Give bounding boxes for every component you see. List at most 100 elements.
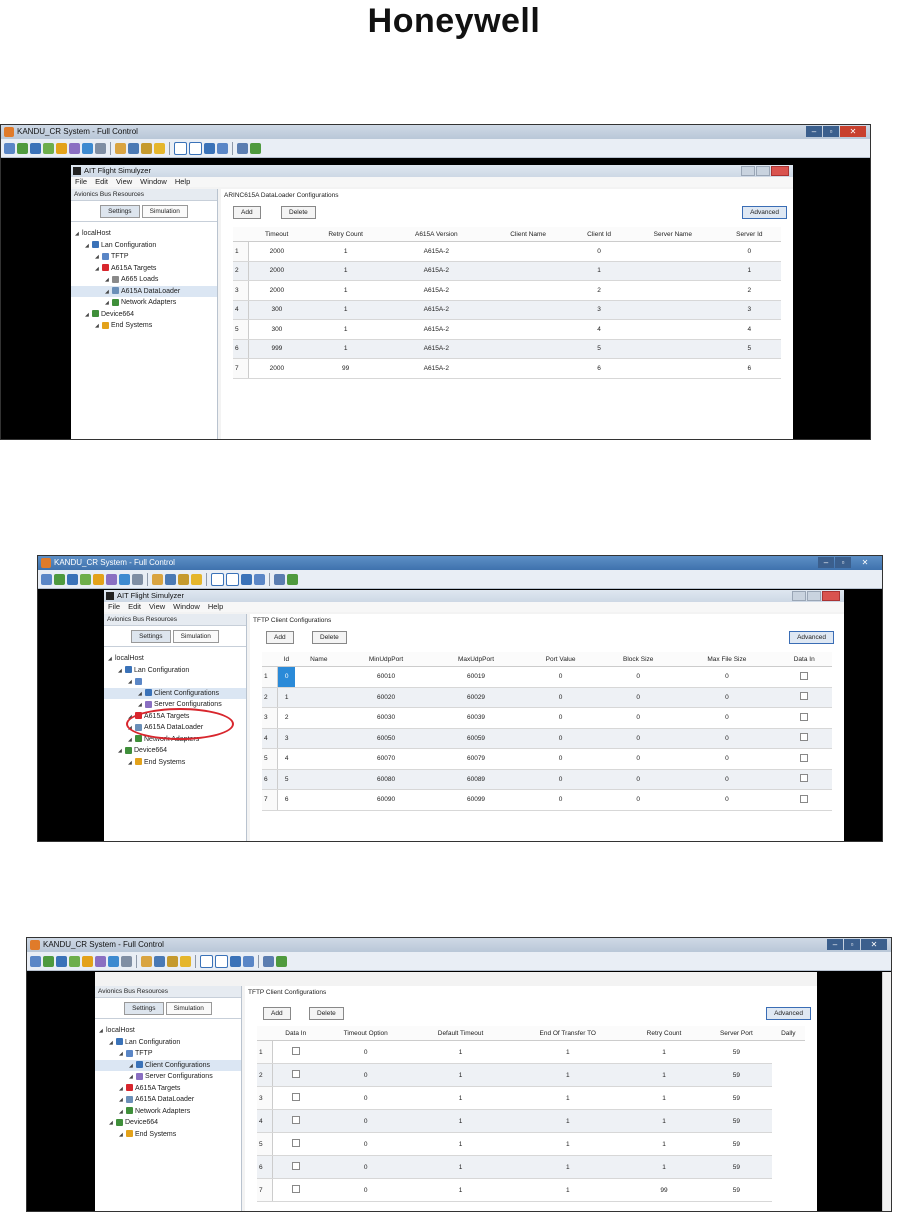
table-cell[interactable]: 0 bbox=[277, 666, 296, 688]
table-cell[interactable] bbox=[272, 1132, 319, 1156]
tree-item[interactable]: ◢ Client Configurations bbox=[95, 1059, 241, 1071]
menu-edit[interactable]: Edit bbox=[128, 602, 141, 612]
data-in-checkbox[interactable] bbox=[291, 1139, 300, 1147]
toolbar-icon[interactable] bbox=[254, 573, 265, 585]
table-cell[interactable]: 0 bbox=[570, 241, 628, 262]
menu-view[interactable]: View bbox=[116, 177, 132, 187]
tree-item[interactable]: ◢ localHost bbox=[104, 653, 246, 665]
table-cell[interactable]: 0 bbox=[522, 769, 600, 790]
table-cell[interactable]: 2 bbox=[277, 707, 296, 729]
table-cell[interactable]: 1 bbox=[508, 1086, 627, 1110]
toolbar-icon[interactable] bbox=[215, 954, 228, 968]
table-cell[interactable]: 60050 bbox=[342, 728, 430, 749]
toolbar-icon[interactable] bbox=[226, 572, 239, 586]
toolbar-icon[interactable] bbox=[237, 142, 248, 154]
table-cell[interactable]: 6 bbox=[277, 789, 296, 811]
table-cell[interactable]: 59 bbox=[701, 1109, 772, 1133]
table-cell[interactable]: 1 bbox=[626, 1040, 702, 1064]
tree-item[interactable]: ◢ TFTP bbox=[95, 1048, 241, 1060]
minimize-button[interactable]: – bbox=[806, 126, 822, 137]
table-row[interactable]: 7 6 60090 60099 0 0 0 bbox=[262, 789, 832, 811]
column-header[interactable]: Client Id bbox=[570, 227, 628, 242]
toolbar-icon[interactable] bbox=[165, 573, 176, 585]
column-header[interactable]: MinUdpPort bbox=[342, 652, 430, 667]
table-cell[interactable]: 1 bbox=[626, 1109, 702, 1133]
table-cell[interactable]: 999 bbox=[248, 339, 305, 359]
toolbar-icon[interactable] bbox=[128, 142, 139, 154]
table-cell[interactable]: 1 bbox=[304, 319, 387, 340]
toolbar-icon[interactable] bbox=[82, 142, 93, 154]
table-cell[interactable] bbox=[272, 1086, 319, 1110]
tree-item[interactable]: ◢ A665 Loads bbox=[71, 274, 217, 286]
close-button[interactable]: ✕ bbox=[861, 939, 887, 950]
tree-item[interactable]: ◢ End Systems bbox=[104, 757, 246, 769]
table-cell[interactable]: 0 bbox=[599, 707, 678, 729]
tree-item[interactable]: ◢ Lan Configuration bbox=[71, 240, 217, 252]
app-close-button[interactable] bbox=[822, 591, 840, 601]
table-cell[interactable]: 1 bbox=[570, 261, 628, 281]
tree-item[interactable]: ◢ A615A Targets bbox=[95, 1083, 241, 1095]
table-row[interactable]: 4 3 60050 60059 0 0 0 bbox=[262, 728, 832, 749]
table-cell[interactable]: 1 bbox=[626, 1132, 702, 1156]
tree-item[interactable]: ◢ Device664 bbox=[71, 309, 217, 321]
table-cell[interactable]: 0 bbox=[599, 748, 678, 770]
toolbar-icon[interactable] bbox=[121, 955, 132, 967]
toolbar-icon[interactable] bbox=[263, 955, 274, 967]
table-cell[interactable]: 1 bbox=[412, 1155, 509, 1179]
expand-triangle-icon[interactable]: ◢ bbox=[95, 321, 102, 333]
toolbar-icon[interactable] bbox=[95, 955, 106, 967]
table-cell[interactable]: 0 bbox=[677, 748, 777, 770]
table-cell[interactable]: 60079 bbox=[429, 748, 523, 770]
table-cell[interactable]: A615A-2 bbox=[386, 261, 487, 281]
table-cell[interactable]: 1 bbox=[304, 280, 387, 301]
close-button[interactable]: ✕ bbox=[840, 126, 866, 137]
column-header[interactable]: Timeout bbox=[248, 227, 305, 242]
table-cell[interactable]: 60019 bbox=[429, 666, 523, 688]
table-cell[interactable]: 0 bbox=[522, 707, 600, 729]
table-cell[interactable]: 0 bbox=[599, 666, 678, 688]
table-cell[interactable]: 0 bbox=[599, 728, 678, 749]
table-cell[interactable]: 1 bbox=[412, 1063, 509, 1087]
toolbar-icon[interactable] bbox=[69, 955, 80, 967]
table-cell[interactable]: 59 bbox=[701, 1132, 772, 1156]
table-cell[interactable] bbox=[272, 1063, 319, 1087]
table-cell[interactable]: 1 bbox=[508, 1178, 627, 1202]
table-cell[interactable]: 99 bbox=[304, 358, 387, 379]
menu-file[interactable]: File bbox=[75, 177, 87, 187]
table-row[interactable]: 2 1 60020 60029 0 0 0 bbox=[262, 687, 832, 708]
toolbar-icon[interactable] bbox=[132, 573, 143, 585]
column-header[interactable]: Data In bbox=[272, 1026, 319, 1041]
app-minimize-button[interactable] bbox=[792, 591, 806, 601]
table-cell[interactable] bbox=[486, 358, 571, 379]
table-cell[interactable] bbox=[627, 241, 718, 262]
toolbar-icon[interactable] bbox=[152, 573, 163, 585]
tree-item[interactable]: ◢ Client Configurations bbox=[104, 687, 246, 699]
maximize-button[interactable]: ▫ bbox=[835, 557, 851, 568]
tree-item[interactable]: ◢ Network Adapters bbox=[95, 1106, 241, 1118]
table-cell[interactable]: 0 bbox=[677, 769, 777, 790]
tree-item[interactable]: ◢ Device664 bbox=[104, 745, 246, 757]
app-minimize-button[interactable] bbox=[741, 166, 755, 176]
table-cell[interactable]: 1 bbox=[626, 1155, 702, 1179]
toolbar-icon[interactable] bbox=[230, 955, 241, 967]
table-cell[interactable]: 0 bbox=[318, 1063, 413, 1087]
table-cell[interactable]: 1 bbox=[626, 1086, 702, 1110]
table-row[interactable]: 3 2 60030 60039 0 0 0 bbox=[262, 707, 832, 729]
data-in-checkbox[interactable] bbox=[800, 774, 809, 783]
table-cell[interactable]: 0 bbox=[677, 666, 777, 688]
table-cell[interactable]: 5 bbox=[277, 769, 296, 790]
table-cell[interactable]: 60020 bbox=[342, 687, 430, 708]
table-cell[interactable]: 2000 bbox=[248, 358, 305, 379]
table-cell[interactable]: 0 bbox=[677, 707, 777, 729]
toolbar-icon[interactable] bbox=[43, 955, 54, 967]
toolbar-icon[interactable] bbox=[180, 955, 191, 967]
table-cell[interactable] bbox=[295, 748, 343, 770]
close-button[interactable]: ✕ bbox=[852, 557, 878, 568]
table-cell[interactable] bbox=[627, 280, 718, 301]
table-row[interactable]: 5 0 1 1 1 59 bbox=[257, 1132, 805, 1156]
table-cell[interactable]: 4 bbox=[277, 748, 296, 770]
table-cell[interactable]: 300 bbox=[248, 300, 305, 320]
delete-button[interactable]: Delete bbox=[312, 631, 347, 644]
tree-item[interactable]: ◢ bbox=[104, 676, 246, 688]
toolbar-icon[interactable] bbox=[108, 955, 119, 967]
